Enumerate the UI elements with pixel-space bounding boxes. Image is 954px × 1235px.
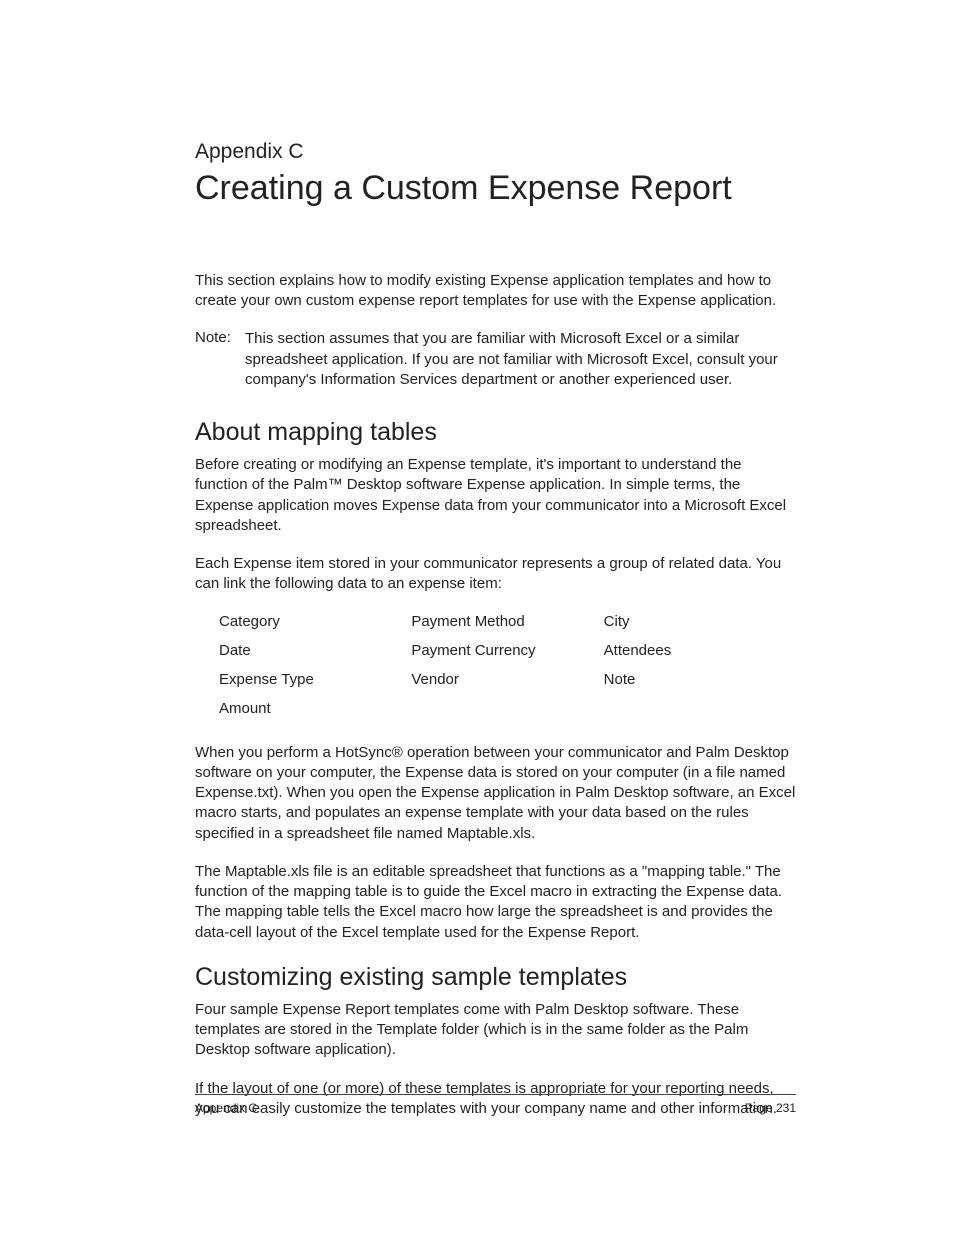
- note-label: Note:: [195, 329, 245, 390]
- body-paragraph: When you perform a HotSync® operation be…: [195, 743, 796, 844]
- page-footer: Appendix C Page 231: [195, 1094, 796, 1115]
- section-heading-mapping: About mapping tables: [195, 418, 796, 447]
- appendix-label: Appendix C: [195, 140, 796, 164]
- table-cell: Note: [604, 671, 796, 688]
- table-cell: Vendor: [411, 671, 603, 688]
- table-column: City Attendees Note: [604, 613, 796, 729]
- note-block: Note: This section assumes that you are …: [195, 329, 796, 390]
- body-paragraph: Before creating or modifying an Expense …: [195, 455, 796, 536]
- table-cell: Date: [219, 642, 411, 659]
- table-column: Category Date Expense Type Amount: [219, 613, 411, 729]
- table-cell: Attendees: [604, 642, 796, 659]
- body-paragraph: The Maptable.xls file is an editable spr…: [195, 862, 796, 943]
- document-page: Appendix C Creating a Custom Expense Rep…: [0, 0, 954, 1235]
- page-title: Creating a Custom Expense Report: [195, 168, 796, 209]
- note-body: This section assumes that you are famili…: [245, 329, 796, 390]
- table-cell: Payment Method: [411, 613, 603, 630]
- table-cell: Payment Currency: [411, 642, 603, 659]
- table-cell: Expense Type: [219, 671, 411, 688]
- body-paragraph: Four sample Expense Report templates com…: [195, 1000, 796, 1061]
- section-heading-customizing: Customizing existing sample templates: [195, 963, 796, 992]
- table-cell: City: [604, 613, 796, 630]
- data-fields-table: Category Date Expense Type Amount Paymen…: [219, 613, 796, 729]
- table-column: Payment Method Payment Currency Vendor: [411, 613, 603, 729]
- table-cell: Amount: [219, 700, 411, 717]
- footer-right: Page 231: [745, 1101, 796, 1115]
- body-paragraph: Each Expense item stored in your communi…: [195, 554, 796, 595]
- intro-paragraph: This section explains how to modify exis…: [195, 271, 796, 312]
- footer-left: Appendix C: [195, 1101, 257, 1115]
- table-cell: Category: [219, 613, 411, 630]
